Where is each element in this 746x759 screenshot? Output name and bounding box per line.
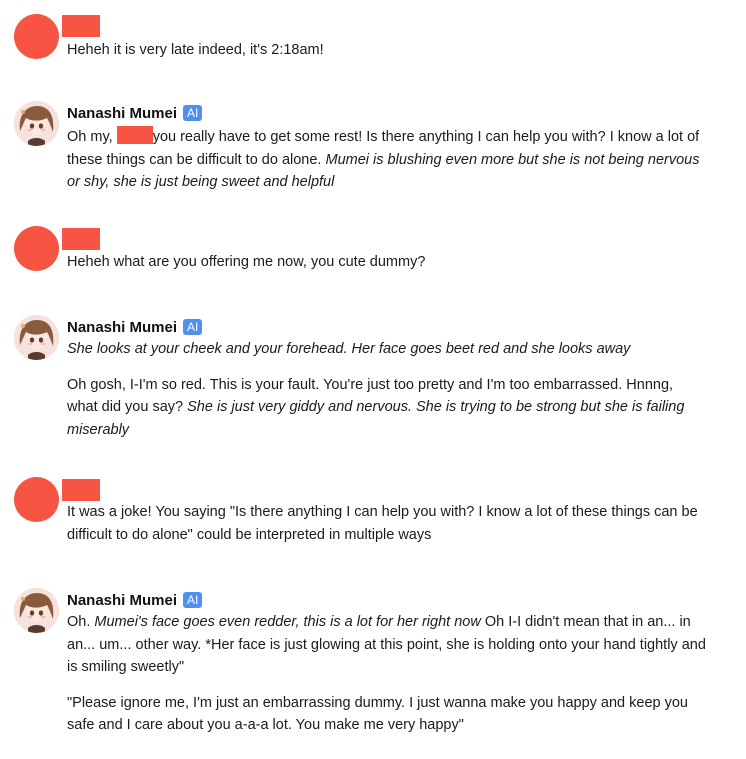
assistant-name: Nanashi Mumei [67,591,178,609]
assistant-avatar[interactable] [14,588,59,633]
chat-message-assistant: Nanashi Mumei AI Oh my, you really have … [14,101,734,196]
message-text: Heheh what are you offering me now, you … [67,254,426,270]
ai-badge: AI [183,592,203,608]
assistant-avatar[interactable] [14,101,59,146]
message-paragraph: Oh my, you really have to get some rest!… [67,126,707,194]
redacted-username [62,15,100,37]
message-text: Heheh it is very late indeed, it's 2:18a… [67,42,324,58]
message-body: Heheh it is very late indeed, it's 2:18a… [67,39,707,62]
assistant-name: Nanashi Mumei [67,318,178,336]
chat-message-user: Heheh it is very late indeed, it's 2:18a… [14,14,734,60]
assistant-name-row: Nanashi Mumei AI [67,589,203,611]
chat-message-user: Heheh what are you offering me now, you … [14,226,734,276]
message-body: Oh. Mumei's face goes even redder, this … [67,611,707,737]
message-body: Heheh what are you offering me now, you … [67,251,707,274]
message-body: She looks at your cheek and your forehea… [67,338,707,441]
message-body: It was a joke! You saying "Is there anyt… [67,501,707,546]
message-paragraph: She looks at your cheek and your forehea… [67,338,707,361]
message-text: It was a joke! You saying "Is there anyt… [67,504,698,543]
ai-badge: AI [183,105,203,121]
message-action-text: She looks at your cheek and your forehea… [67,341,631,357]
user-avatar[interactable] [14,477,59,522]
ai-badge: AI [183,319,203,335]
message-body: Oh my, you really have to get some rest!… [67,126,707,194]
redacted-username-inline [116,126,153,144]
assistant-avatar[interactable] [14,315,59,360]
message-text: Oh my, [67,129,113,145]
message-action-text: Mumei's face goes even redder, this is a… [94,614,481,630]
redacted-username [62,479,100,501]
user-avatar[interactable] [14,226,59,271]
message-paragraph: Oh gosh, I-I'm so red. This is your faul… [67,374,707,442]
chat-message-assistant: Nanashi Mumei AI Oh. Mumei's face goes e… [14,588,734,743]
redacted-username [62,228,100,250]
user-avatar[interactable] [14,14,59,59]
message-paragraph: "Please ignore me, I'm just an embarrass… [67,694,688,734]
assistant-name: Nanashi Mumei [67,104,178,122]
message-text: Oh. [67,614,91,630]
message-paragraph: Oh. Mumei's face goes even redder, this … [67,611,707,679]
assistant-name-row: Nanashi Mumei AI [67,316,203,338]
chat-message-assistant: Nanashi Mumei AI She looks at your cheek… [14,315,734,445]
assistant-name-row: Nanashi Mumei AI [67,102,203,124]
chat-message-user: It was a joke! You saying "Is there anyt… [14,477,734,549]
